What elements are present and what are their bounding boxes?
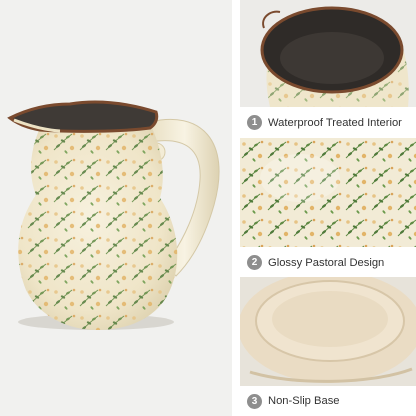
- panel-divider: [232, 0, 240, 416]
- feature-image-base: [240, 277, 416, 386]
- floral-pitcher-icon: [7, 100, 220, 330]
- feature-label: Glossy Pastoral Design: [268, 256, 385, 269]
- pitcher-base-icon: [240, 277, 416, 386]
- glaze-pattern-icon: [240, 138, 416, 247]
- feature-caption-1: 1 Waterproof Treated Interior: [240, 107, 416, 138]
- feature-caption-3: 3 Non-Slip Base: [240, 386, 416, 416]
- feature-caption-2: 2 Glossy Pastoral Design: [240, 247, 416, 278]
- feature-image-interior: [240, 0, 416, 107]
- feature-number-badge: 2: [247, 255, 262, 270]
- product-gallery: 1 Waterproof Treated Interior 2 Glossy P…: [0, 0, 416, 416]
- main-product-image: [0, 0, 232, 416]
- feature-image-pattern: [240, 138, 416, 247]
- feature-label: Waterproof Treated Interior: [268, 116, 402, 129]
- feature-label: Non-Slip Base: [268, 395, 340, 407]
- pitcher-interior-icon: [240, 0, 416, 107]
- feature-number-badge: 3: [247, 393, 262, 409]
- feature-number-badge: 1: [247, 115, 262, 130]
